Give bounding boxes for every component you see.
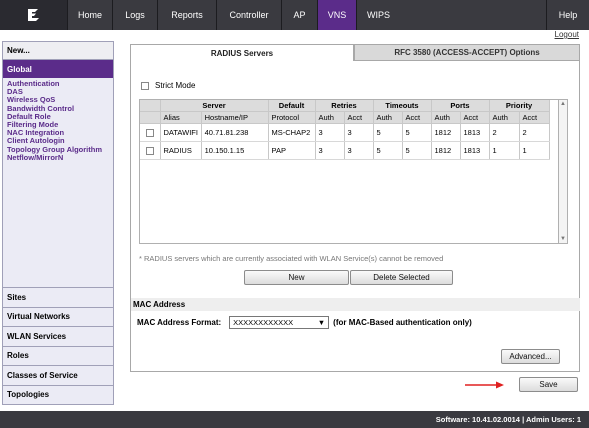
sidebar-link-netflow-mirrorn[interactable]: Netflow/MirrorN: [7, 153, 109, 162]
sidebar-section-wlan-services[interactable]: WLAN Services: [3, 326, 113, 346]
table-col-protocol: Protocol: [268, 111, 316, 124]
scroll-down-arrow-icon[interactable]: ▼: [559, 235, 567, 243]
cell-hostname: 10.150.1.15: [201, 141, 269, 160]
table-col-alias: Alias: [160, 111, 202, 124]
cell-priority-acct: 1: [519, 141, 550, 160]
table-col-priority-auth: Auth: [489, 111, 520, 124]
cell-timeouts-acct: 5: [402, 123, 432, 142]
cell-ports-auth: 1812: [431, 123, 461, 142]
sidebar-section-roles[interactable]: Roles: [3, 345, 113, 365]
radius-servers-table-container: Server Default Retries Timeouts Ports Pr…: [139, 99, 559, 244]
cell-priority-auth: 1: [489, 141, 520, 160]
tab-rfc-3580-options[interactable]: RFC 3580 (ACCESS-ACCEPT) Options: [354, 44, 580, 61]
mac-address-format-select[interactable]: XXXXXXXXXXXX ▼: [229, 316, 330, 329]
logout-link[interactable]: Logout: [555, 30, 579, 39]
cell-ports-acct: 1813: [460, 141, 490, 160]
cell-priority-acct: 2: [519, 123, 550, 142]
software-version-status: Software: 10.41.02.0014 | Admin Users: 1: [435, 415, 581, 424]
nav-logs[interactable]: Logs: [112, 0, 157, 30]
cell-retries-auth: 3: [315, 141, 345, 160]
table-group-default: Default: [268, 100, 316, 112]
row-checkbox[interactable]: [145, 128, 154, 137]
cell-retries-acct: 3: [344, 123, 374, 142]
cell-ports-acct: 1813: [460, 123, 490, 142]
strict-mode-label: Strict Mode: [155, 81, 196, 90]
nav-home[interactable]: Home: [67, 0, 112, 30]
sidebar: New... Global Authentication DAS Wireles…: [2, 41, 114, 405]
cell-protocol: MS-CHAP2: [268, 123, 316, 142]
cell-ports-auth: 1812: [431, 141, 461, 160]
mac-address-format-value: XXXXXXXXXXXX: [233, 318, 294, 327]
save-button[interactable]: Save: [519, 377, 578, 392]
cell-alias: DATAWIFI: [160, 123, 202, 142]
cell-priority-auth: 2: [489, 123, 520, 142]
table-col-timeouts-auth: Auth: [373, 111, 403, 124]
cell-retries-auth: 3: [315, 123, 345, 142]
row-checkbox[interactable]: [145, 146, 154, 155]
table-col-retries-acct: Acct: [344, 111, 374, 124]
cell-protocol: PAP: [268, 141, 316, 160]
mac-address-format-hint: (for MAC-Based authentication only): [333, 318, 472, 327]
sidebar-section-sites[interactable]: Sites: [3, 287, 113, 307]
table-col-select: [140, 111, 161, 124]
scroll-up-arrow-icon[interactable]: ▲: [559, 100, 567, 108]
chevron-down-icon: ▼: [317, 318, 326, 327]
row-checkbox-cell: [140, 123, 161, 142]
advanced-button[interactable]: Advanced...: [501, 349, 560, 364]
radius-servers-table: Server Default Retries Timeouts Ports Pr…: [140, 100, 550, 160]
table-group-ports: Ports: [431, 100, 490, 112]
sidebar-section-virtual-networks[interactable]: Virtual Networks: [3, 306, 113, 326]
nav-vns[interactable]: VNS: [317, 0, 356, 30]
table-col-retries-auth: Auth: [315, 111, 345, 124]
nav-ap[interactable]: AP: [281, 0, 317, 30]
table-group-timeouts: Timeouts: [373, 100, 432, 112]
nav-controller[interactable]: Controller: [216, 0, 281, 30]
status-footer: Software: 10.41.02.0014 | Admin Users: 1: [0, 411, 589, 428]
table-group-priority: Priority: [489, 100, 550, 112]
top-nav-bar: Home Logs Reports Controller AP VNS WIPS…: [0, 0, 589, 30]
sidebar-section-classes-of-service[interactable]: Classes of Service: [3, 365, 113, 385]
table-col-priority-acct: Acct: [519, 111, 550, 124]
sidebar-sections: Sites Virtual Networks WLAN Services Rol…: [3, 287, 113, 404]
sidebar-global[interactable]: Global: [3, 60, 113, 78]
nav-help[interactable]: Help: [546, 0, 589, 30]
mac-address-heading: MAC Address: [131, 298, 580, 311]
strict-mode-checkbox[interactable]: [141, 81, 149, 90]
mac-address-format-label: MAC Address Format:: [137, 318, 222, 327]
table-group-retries: Retries: [315, 100, 374, 112]
table-col-ports-acct: Acct: [460, 111, 490, 124]
cell-timeouts-auth: 5: [373, 123, 403, 142]
table-col-hostname: Hostname/IP: [201, 111, 269, 124]
nav-reports[interactable]: Reports: [157, 0, 216, 30]
table-col-timeouts-acct: Acct: [402, 111, 432, 124]
sidebar-section-topologies[interactable]: Topologies: [3, 384, 113, 404]
table-group-select: [140, 100, 161, 112]
row-checkbox-cell: [140, 141, 161, 160]
new-button[interactable]: New: [244, 270, 349, 285]
cell-timeouts-acct: 5: [402, 141, 432, 160]
radius-servers-panel: Strict Mode Server Default Retries Timeo…: [130, 61, 580, 372]
table-col-ports-auth: Auth: [431, 111, 461, 124]
cell-timeouts-auth: 5: [373, 141, 403, 160]
table-group-server: Server: [160, 100, 269, 112]
cell-retries-acct: 3: [344, 141, 374, 160]
cell-hostname: 40.71.81.238: [201, 123, 269, 142]
cell-alias: RADIUS: [160, 141, 202, 160]
strict-mode-row: Strict Mode: [141, 81, 195, 90]
extreme-logo-icon[interactable]: [0, 0, 67, 30]
red-arrow-icon: [465, 381, 504, 389]
mac-address-format-row: MAC Address Format: XXXXXXXXXXXX ▼ (for …: [137, 316, 472, 329]
table-scrollbar[interactable]: ▲ ▼: [559, 99, 568, 244]
table-row[interactable]: DATAWIFI 40.71.81.238 MS-CHAP2 3 3 5 5 1…: [140, 123, 550, 142]
delete-selected-button[interactable]: Delete Selected: [350, 270, 453, 285]
tab-radius-servers[interactable]: RADIUS Servers: [130, 44, 354, 61]
sidebar-new[interactable]: New...: [3, 42, 113, 60]
nav-wips[interactable]: WIPS: [356, 0, 400, 30]
radius-removal-note: * RADIUS servers which are currently ass…: [139, 254, 444, 263]
table-row[interactable]: RADIUS 10.150.1.15 PAP 3 3 5 5 1812 1813…: [140, 141, 550, 160]
sidebar-global-links: Authentication DAS Wireless QoS Bandwidt…: [3, 78, 113, 164]
